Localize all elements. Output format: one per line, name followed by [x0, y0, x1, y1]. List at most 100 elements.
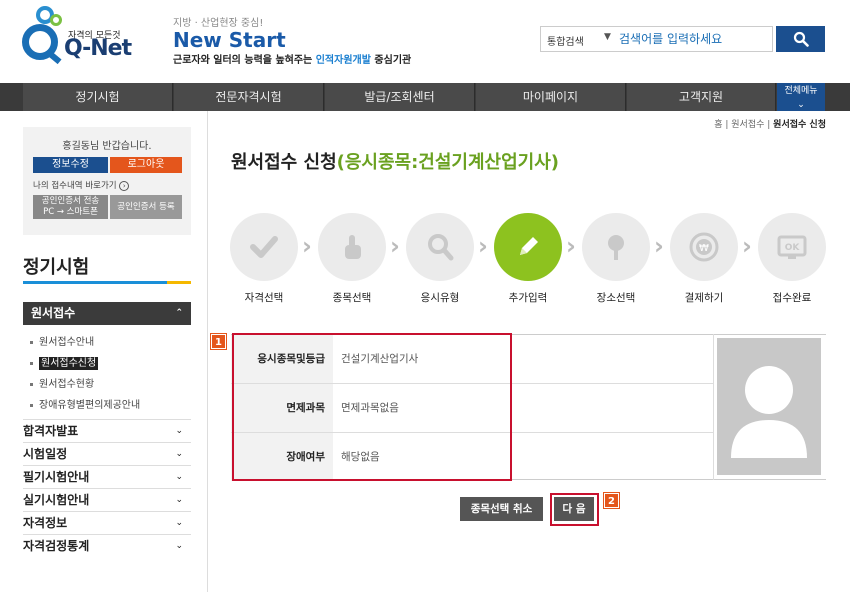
- sub-item-guide[interactable]: 원서접수안내: [30, 333, 94, 348]
- campaign-banner: 지방 · 산업현장 중심! New Start 근로자와 일터의 능력을 높혀주…: [173, 14, 411, 66]
- my-applications-link-label: 나의 접수내역 바로가기: [33, 181, 117, 191]
- sub-item-accessibility[interactable]: 장애유형별편의제공안내: [30, 396, 140, 411]
- pointer-icon: [345, 235, 361, 259]
- user-greeting: 홍길동님 반갑습니다.: [62, 141, 152, 152]
- step-arrow-icon: ›: [478, 232, 488, 260]
- gnb-item-regular-exam[interactable]: 정기시험: [23, 83, 173, 111]
- cert-register-button[interactable]: 공인인증서 등록: [110, 195, 182, 219]
- gnb-item-mypage[interactable]: 마이페이지: [476, 83, 626, 111]
- photo-divider: [713, 334, 714, 480]
- logout-button[interactable]: 로그아웃: [110, 157, 182, 173]
- step-arrow-icon: ›: [654, 232, 664, 260]
- step-complete: OK: [758, 213, 826, 281]
- logo-ring-green: [50, 14, 62, 26]
- user-avatar-icon: [731, 366, 807, 458]
- breadcrumb-home[interactable]: 홈: [714, 120, 722, 130]
- step-additional-input: [494, 213, 562, 281]
- sidebar-menu-application[interactable]: 원서접수 ⌃: [23, 302, 191, 325]
- annotation-badge-2: 2: [603, 492, 620, 509]
- cancel-subject-button[interactable]: 종목선택 취소: [460, 497, 543, 521]
- search-icon: [793, 31, 809, 47]
- sidebar-menu-statistics[interactable]: 자격검정통계 ⌄: [23, 534, 191, 556]
- sidebar-menu-label: 자격정보: [23, 516, 68, 530]
- location-pin-icon: [608, 235, 624, 260]
- page-title: 원서접수 신청(응시종목:건설기계산업기사): [231, 148, 559, 174]
- applicant-photo: [717, 338, 821, 475]
- step-select-location: [582, 213, 650, 281]
- step-label: 응시유형: [420, 292, 460, 304]
- qnet-logo[interactable]: 자격의 모든것 Q-Net: [20, 6, 132, 66]
- title-underline-blue: [23, 281, 167, 284]
- bullet-icon: [30, 361, 33, 365]
- svg-text:₩: ₩: [699, 243, 709, 254]
- global-nav: 정기시험 전문자격시험 발급/조회센터 마이페이지 고객지원 전체메뉴 ⌄: [0, 83, 850, 111]
- cert-send-button[interactable]: 공인인증서 전송 PC → 스마트폰: [33, 195, 108, 219]
- sidebar-menu-label: 시험일정: [23, 447, 68, 461]
- highlight-box-form: [232, 333, 512, 481]
- step-label: 접수완료: [772, 292, 812, 304]
- arrow-right-circle-icon: ›: [119, 181, 130, 191]
- step-exam-type: [406, 213, 474, 281]
- all-menu-label: 전체메뉴: [784, 86, 818, 96]
- cert-send-line1: 공인인증서 전송: [41, 196, 100, 206]
- cert-send-line2: PC → 스마트폰: [43, 207, 98, 217]
- highlight-box-next: [550, 493, 599, 526]
- chevron-down-icon: ⌄: [797, 100, 805, 110]
- annotation-badge-1: 1: [210, 333, 227, 350]
- chevron-down-icon: ⌄: [175, 472, 183, 482]
- search-button[interactable]: [776, 26, 825, 52]
- breadcrumb-current: 원서접수 신청: [773, 120, 826, 130]
- search-input[interactable]: [619, 29, 769, 49]
- search-scope-select[interactable]: 통합검색: [547, 33, 584, 48]
- page-title-main: 원서접수 신청: [231, 152, 337, 173]
- step-arrow-icon: ›: [390, 232, 400, 260]
- bullet-icon: [30, 340, 33, 344]
- step-label: 자격선택: [244, 292, 284, 304]
- sub-item-label: 원서접수신청: [39, 357, 99, 370]
- chevron-down-icon: ⌄: [175, 426, 183, 436]
- my-applications-link[interactable]: 나의 접수내역 바로가기 ›: [33, 179, 130, 191]
- step-payment: ₩: [670, 213, 738, 281]
- step-arrow-icon: ›: [566, 232, 576, 260]
- gnb-item-issuance[interactable]: 발급/조회센터: [325, 83, 475, 111]
- chevron-down-icon[interactable]: ▼: [604, 32, 611, 42]
- title-underline-yellow: [167, 281, 191, 284]
- won-coin-icon: ₩: [689, 232, 719, 262]
- campaign-title: New Start: [173, 28, 286, 52]
- step-select-subject: [318, 213, 386, 281]
- sidebar-menu-schedule[interactable]: 시험일정 ⌄: [23, 442, 191, 464]
- logo-text: Q-Net: [64, 36, 132, 61]
- ok-monitor-icon: OK: [777, 235, 807, 259]
- sidebar-menu-label: 자격검정통계: [23, 539, 90, 553]
- sub-item-label: 원서접수현황: [39, 379, 95, 390]
- sidebar-menu-application-label: 원서접수: [31, 306, 76, 320]
- step-label: 추가입력: [508, 292, 548, 304]
- campaign-subtitle-highlight: 인적자원개발: [315, 55, 371, 66]
- sidebar: 홍길동님 반갑습니다. 정보수정 로그아웃 나의 접수내역 바로가기 › 공인인…: [0, 111, 208, 592]
- campaign-subtitle-post: 중심기관: [370, 55, 412, 66]
- site-header: 자격의 모든것 Q-Net 지방 · 산업현장 중심! New Start 근로…: [0, 0, 850, 83]
- chevron-down-icon: ⌄: [175, 541, 183, 551]
- gnb-item-professional-exam[interactable]: 전문자격시험: [174, 83, 324, 111]
- step-label: 종목선택: [332, 292, 372, 304]
- step-label: 결제하기: [684, 292, 724, 304]
- bullet-icon: [30, 403, 33, 407]
- chevron-down-icon: ⌄: [175, 449, 183, 459]
- pencil-icon: [520, 237, 538, 255]
- all-menu-button[interactable]: 전체메뉴 ⌄: [777, 83, 825, 111]
- svg-text:OK: OK: [785, 243, 801, 253]
- step-label: 장소선택: [596, 292, 636, 304]
- gnb-item-support[interactable]: 고객지원: [627, 83, 776, 111]
- sidebar-menu-written-exam[interactable]: 필기시험안내 ⌄: [23, 465, 191, 487]
- sub-item-apply[interactable]: 원서접수신청: [30, 354, 99, 370]
- check-icon: [250, 236, 278, 258]
- logo-q-mark: [22, 24, 58, 60]
- bullet-icon: [30, 382, 33, 386]
- sidebar-menu-results[interactable]: 합격자발표 ⌄: [23, 419, 191, 441]
- breadcrumb-parent[interactable]: 원서접수: [731, 120, 764, 130]
- sub-item-status[interactable]: 원서접수현황: [30, 375, 94, 390]
- sidebar-title: 정기시험: [23, 257, 90, 278]
- sidebar-menu-qualification-info[interactable]: 자격정보 ⌄: [23, 511, 191, 533]
- edit-info-button[interactable]: 정보수정: [33, 157, 108, 173]
- sidebar-menu-practical-exam[interactable]: 실기시험안내 ⌄: [23, 488, 191, 510]
